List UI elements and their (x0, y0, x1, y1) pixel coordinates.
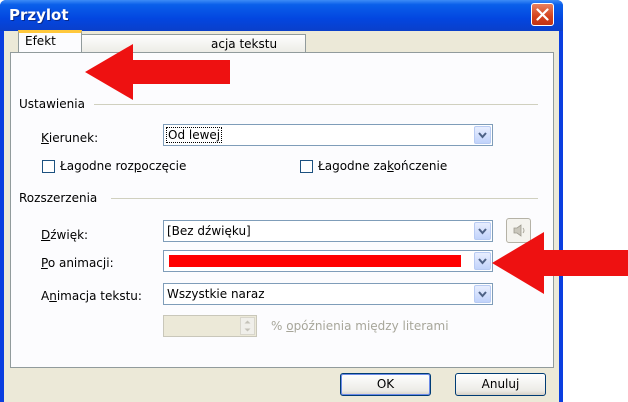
spin-down-icon (244, 328, 251, 332)
ok-button[interactable]: OK (340, 373, 431, 396)
po-animacji-label: Po animacji: (41, 256, 114, 270)
dzwiek-label: Dźwięk: (41, 228, 89, 242)
animacja-tekstu-dropdown-button[interactable] (474, 285, 491, 303)
chevron-down-icon (478, 291, 487, 298)
po-animacji-color-swatch (169, 255, 461, 267)
tab-label: Efekt (25, 34, 56, 48)
lagodne-zakonczenie-label: Łagodne zakończenie (318, 159, 448, 173)
group-ustawienia-header: Ustawienia (19, 97, 85, 111)
spin-up-icon (244, 320, 251, 324)
chevron-down-icon (478, 258, 487, 265)
lagodne-rozpoczecie-checkbox[interactable] (42, 160, 55, 173)
lagodne-rozpoczecie-label: Łagodne rozpoczęcie (60, 159, 187, 173)
delay-label: % opóźnienia między literami (271, 319, 449, 333)
chevron-down-icon (478, 132, 487, 139)
kierunek-value: Od lewej (165, 127, 223, 143)
po-animacji-select[interactable] (163, 250, 493, 272)
po-animacji-dropdown-button[interactable] (474, 252, 491, 270)
spinner-arrows[interactable] (240, 317, 255, 335)
title-bar[interactable]: Przylot (0, 0, 563, 31)
dzwiek-value: [Bez dźwięku] (167, 224, 251, 238)
close-button[interactable] (531, 3, 554, 26)
delay-spinner[interactable] (163, 315, 257, 337)
animacja-tekstu-label: Animacja tekstu: (41, 289, 142, 303)
lagodne-zakonczenie-checkbox[interactable] (300, 160, 313, 173)
group-rozszerzenia-header: Rozszerzenia (19, 191, 98, 205)
cancel-button[interactable]: Anuluj (455, 373, 546, 396)
divider (94, 104, 538, 105)
dzwiek-dropdown-button[interactable] (474, 222, 491, 240)
kierunek-select[interactable]: Od lewej (163, 124, 493, 146)
annotation-arrow-left (85, 44, 230, 100)
animacja-tekstu-select[interactable]: Wszystkie naraz (163, 283, 493, 305)
chevron-down-icon (478, 228, 487, 235)
tab-efekt[interactable]: Efekt (18, 30, 82, 52)
animacja-tekstu-value: Wszystkie naraz (167, 287, 265, 301)
dzwiek-select[interactable]: [Bez dźwięku] (163, 220, 493, 242)
close-icon (536, 8, 549, 21)
kierunek-label: Kierunek: (41, 131, 99, 145)
annotation-arrow-right (492, 232, 628, 294)
window-title: Przylot (9, 6, 69, 24)
divider (111, 198, 538, 199)
kierunek-dropdown-button[interactable] (474, 126, 491, 144)
